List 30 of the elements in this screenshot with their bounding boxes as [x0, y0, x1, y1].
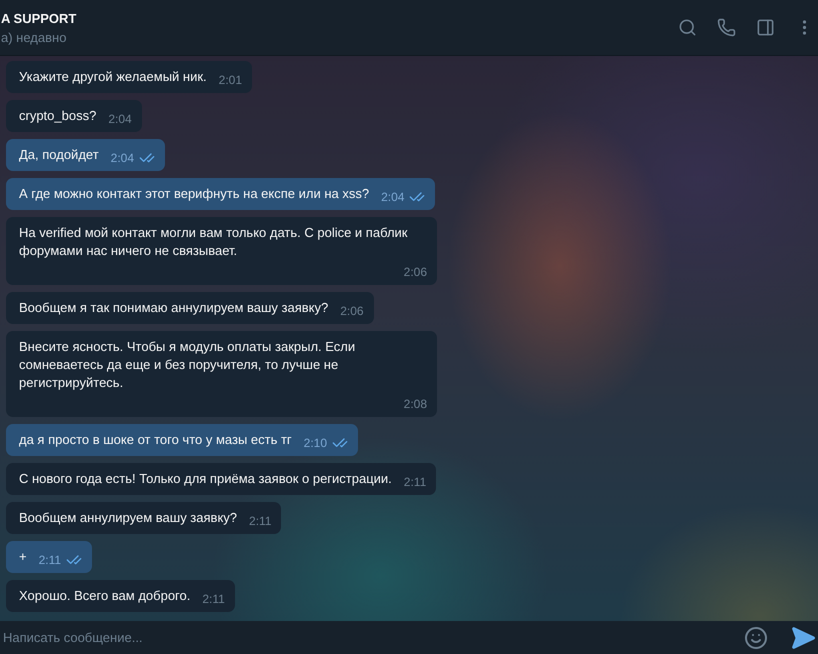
message-time: 2:06	[404, 264, 427, 281]
message-text: +	[19, 548, 27, 566]
message-time: 2:06	[340, 303, 364, 320]
message-text: Вообщем аннулируем вашу заявку?	[19, 509, 238, 527]
message-time: 2:08	[404, 396, 427, 413]
message-text: С нового года есть! Только для приёма заявок о регистрации.	[19, 470, 392, 488]
message-text: crypto_boss?	[19, 107, 96, 125]
message-text: Вообщем я так понимаю аннулируем вашу заявку?	[19, 299, 328, 317]
message-time: 2:11	[202, 591, 225, 608]
search-icon[interactable]	[678, 18, 697, 37]
message-text: Внесите ясность. Чтобы я модуль оплаты закрыл. Если сомневаетесь да еще и без поручителя, то лучше не регистрируйтесь.	[19, 338, 356, 392]
chat-title: A SUPPORT	[1, 10, 76, 26]
message-time: 2:04	[108, 111, 132, 128]
message-time: 2:04	[381, 189, 404, 206]
message-time: 2:10	[304, 435, 328, 452]
message-text: На verified мой контакт могли вам только дать. С police и паблик форумами нас ничего не связывает.	[19, 224, 408, 260]
message-text: Хорошо. Всего вам доброго.	[19, 587, 190, 605]
message-time: 2:04	[110, 150, 134, 167]
message-time: 2:11	[38, 552, 62, 569]
sidebar-panel-icon[interactable]	[756, 18, 775, 37]
last-seen-status: а) недавно	[1, 30, 68, 44]
message-text: Да, подойдет	[19, 146, 99, 164]
message-time: 2:11	[249, 513, 272, 530]
message-text: А где можно контакт этот верифнуть на експе или на xss?	[19, 185, 370, 203]
message-text: да я просто в шоке от того что у мазы есть тг	[19, 431, 292, 449]
phone-icon[interactable]	[717, 18, 736, 37]
message-input[interactable]: Написать сообщение...	[0, 622, 742, 652]
message-time: 2:01	[218, 72, 242, 89]
message-time: 2:11	[404, 474, 426, 491]
message-text: Укажите другой желаемый ник.	[19, 68, 207, 86]
